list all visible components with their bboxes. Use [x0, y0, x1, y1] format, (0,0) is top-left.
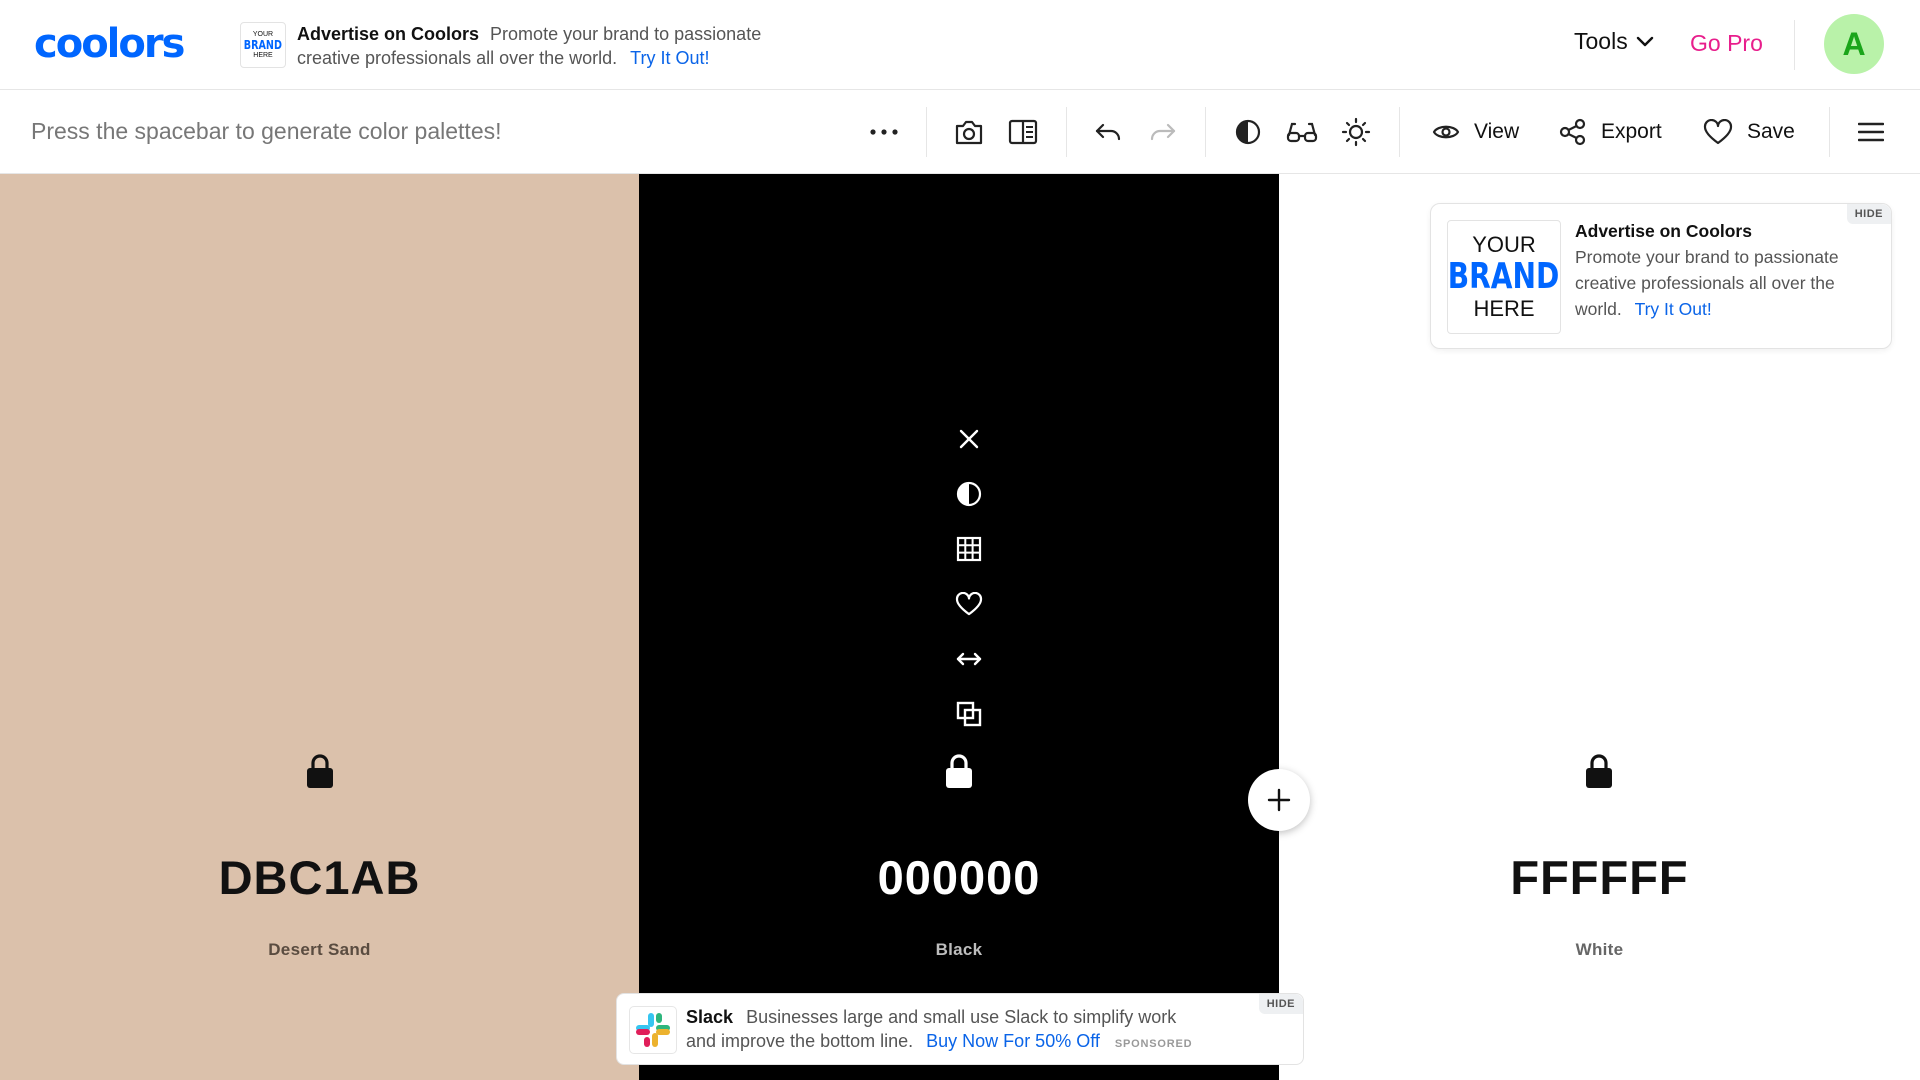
user-avatar[interactable]: A — [1824, 14, 1884, 74]
heart-icon[interactable] — [954, 589, 984, 619]
view-button[interactable]: View — [1432, 113, 1519, 151]
ad-brand-logo[interactable]: YOUR BRAND HERE — [1447, 220, 1561, 334]
tools-menu[interactable]: Tools — [1574, 28, 1654, 55]
color-hex[interactable]: 000000 — [639, 850, 1279, 905]
add-color-button[interactable] — [1248, 769, 1310, 831]
slack-logo[interactable] — [629, 1006, 677, 1054]
hide-ad-button[interactable]: HIDE — [1258, 994, 1303, 1014]
ad-brand-logo[interactable]: YOUR BRAND HERE — [240, 22, 286, 68]
color-hex[interactable]: FFFFFF — [1279, 850, 1920, 905]
side-ad-link[interactable]: Try It Out! — [1635, 299, 1712, 319]
tools-label: Tools — [1574, 28, 1628, 54]
chevron-down-icon — [1636, 36, 1653, 46]
coolors-logo[interactable]: coolors — [34, 24, 185, 64]
export-label: Export — [1601, 120, 1662, 143]
undo-icon[interactable] — [1089, 113, 1127, 151]
color-name: Black — [935, 940, 983, 959]
side-ad-card[interactable]: YOUR BRAND HERE Advertise on Coolors Pro… — [1430, 203, 1892, 349]
top-nav: coolors YOUR BRAND HERE Advertise on Coo… — [0, 0, 1920, 90]
toolbar: Press the spacebar to generate color pal… — [0, 91, 1920, 174]
save-button[interactable]: Save — [1703, 113, 1795, 151]
lock-icon[interactable] — [1584, 752, 1614, 790]
go-pro-link[interactable]: Go Pro — [1690, 30, 1763, 57]
heart-icon — [1703, 119, 1733, 145]
brand-line-your: YOUR — [252, 31, 274, 38]
toolbar-divider — [1066, 107, 1067, 157]
sponsored-label: SPONSORED — [1114, 1038, 1193, 1050]
export-button[interactable]: Export — [1559, 113, 1662, 151]
brand-line-here: HERE — [253, 52, 273, 59]
drag-icon[interactable] — [954, 644, 984, 674]
spacebar-hint: Press the spacebar to generate color pal… — [31, 118, 502, 144]
redo-icon[interactable] — [1144, 113, 1182, 151]
side-ad-title: Advertise on Coolors — [1575, 221, 1752, 241]
nav-divider — [1794, 20, 1795, 70]
close-icon[interactable] — [954, 424, 984, 454]
brightness-icon[interactable] — [1337, 113, 1375, 151]
brand-line-your: YOUR — [1472, 232, 1536, 257]
eye-icon — [1432, 125, 1460, 139]
contrast-icon[interactable] — [1229, 113, 1267, 151]
brand-line-brand: BRAND — [1448, 256, 1560, 297]
shades-icon[interactable] — [954, 534, 984, 564]
top-ad-link[interactable]: Try It Out! — [630, 48, 709, 68]
color-hex[interactable]: DBC1AB — [0, 850, 639, 905]
toolbar-divider — [926, 107, 927, 157]
brand-line-here: HERE — [1473, 296, 1535, 321]
side-ad-text: Advertise on Coolors Promote your brand … — [1575, 218, 1880, 322]
color-name: White — [1575, 940, 1624, 959]
brand-line-brand: BRAND — [243, 38, 283, 52]
top-ad-title: Advertise on Coolors — [297, 24, 480, 44]
top-ad-text: Advertise on Coolors Promote your brand … — [297, 22, 817, 70]
save-label: Save — [1747, 120, 1795, 143]
color-column[interactable]: DBC1AB Desert Sand — [0, 174, 639, 1080]
glasses-icon[interactable] — [1283, 113, 1321, 151]
color-name: Desert Sand — [268, 940, 371, 959]
color-column[interactable]: 000000 Black — [639, 174, 1279, 1080]
bottom-ad-text: Slack Businesses large and small use Sla… — [686, 1005, 1206, 1056]
contrast-icon[interactable] — [954, 479, 984, 509]
share-icon — [1559, 118, 1586, 146]
view-label: View — [1474, 120, 1520, 143]
lock-icon[interactable] — [944, 752, 974, 790]
camera-icon[interactable] — [950, 113, 988, 151]
lock-icon[interactable] — [305, 752, 335, 790]
copy-icon[interactable] — [954, 699, 984, 729]
sidebar-icon[interactable] — [1004, 113, 1042, 151]
bottom-ad[interactable]: Slack Businesses large and small use Sla… — [616, 993, 1304, 1065]
toolbar-divider — [1829, 107, 1830, 157]
plus-icon — [1267, 788, 1291, 812]
hide-ad-button[interactable]: HIDE — [1846, 204, 1891, 224]
bottom-ad-link[interactable]: Buy Now For 50% Off — [926, 1031, 1100, 1051]
more-icon[interactable] — [865, 113, 903, 151]
toolbar-divider — [1399, 107, 1400, 157]
menu-icon[interactable] — [1852, 113, 1890, 151]
bottom-ad-title: Slack — [686, 1007, 734, 1027]
toolbar-divider — [1205, 107, 1206, 157]
